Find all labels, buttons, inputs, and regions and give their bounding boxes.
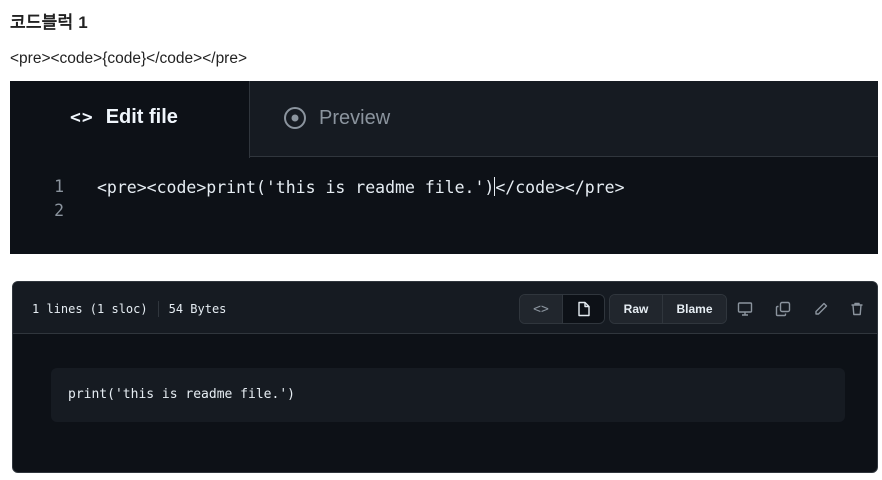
code-editor: <> Edit file Preview 1 <pre><code>print(… xyxy=(10,81,878,254)
editor-text-area[interactable]: 1 <pre><code>print('this is readme file.… xyxy=(10,177,878,225)
trash-icon xyxy=(851,302,863,316)
view-mode-toggle: <> xyxy=(519,294,605,324)
editor-line: 1 <pre><code>print('this is readme file.… xyxy=(10,177,878,201)
code-template-text: <pre><code>{code}</code></pre> xyxy=(10,50,248,67)
line-content: <pre><code>print('this is readme file.')… xyxy=(97,177,625,197)
file-view-button[interactable] xyxy=(562,295,604,323)
file-view-panel: 1 lines (1 sloc) 54 Bytes <> Raw Blame p… xyxy=(12,281,878,473)
copy-button[interactable] xyxy=(768,294,798,324)
tab-preview[interactable]: Preview xyxy=(250,81,450,157)
file-size: 54 Bytes xyxy=(168,302,227,316)
file-lines-info: 1 lines (1 sloc) xyxy=(32,302,148,316)
file-icon xyxy=(577,301,590,317)
line-number: 1 xyxy=(54,177,64,196)
edit-button[interactable] xyxy=(806,294,836,324)
delete-button[interactable] xyxy=(842,294,872,324)
file-code-block: print('this is readme file.') xyxy=(51,368,845,422)
editor-tab-bar: <> Edit file Preview xyxy=(10,81,878,158)
pencil-icon xyxy=(815,302,828,315)
raw-blame-group: Raw Blame xyxy=(609,294,727,324)
eye-icon xyxy=(284,107,306,129)
desktop-icon xyxy=(737,302,753,316)
line-number: 2 xyxy=(54,201,64,220)
code-icon: <> xyxy=(533,301,549,317)
tab-edit-file[interactable]: <> Edit file xyxy=(10,81,250,158)
file-info: 1 lines (1 sloc) 54 Bytes xyxy=(32,301,226,317)
raw-button[interactable]: Raw xyxy=(610,295,662,323)
desktop-button[interactable] xyxy=(730,294,760,324)
code-brackets-icon: <> xyxy=(70,107,94,128)
copy-icon xyxy=(775,301,791,317)
file-header: 1 lines (1 sloc) 54 Bytes <> Raw Blame xyxy=(13,282,877,334)
divider xyxy=(157,301,159,317)
tab-edit-file-label: Edit file xyxy=(105,106,178,128)
section-heading: 코드블럭 1 xyxy=(10,13,88,32)
line-text-before-cursor: <pre><code>print('this is readme file.') xyxy=(97,178,495,197)
tab-preview-label: Preview xyxy=(319,106,391,129)
file-code-text: print('this is readme file.') xyxy=(68,387,295,402)
editor-line: 2 xyxy=(10,201,878,225)
line-text-after-cursor: </code></pre> xyxy=(495,178,625,197)
code-view-button[interactable]: <> xyxy=(520,295,562,323)
blame-button[interactable]: Blame xyxy=(662,295,726,323)
